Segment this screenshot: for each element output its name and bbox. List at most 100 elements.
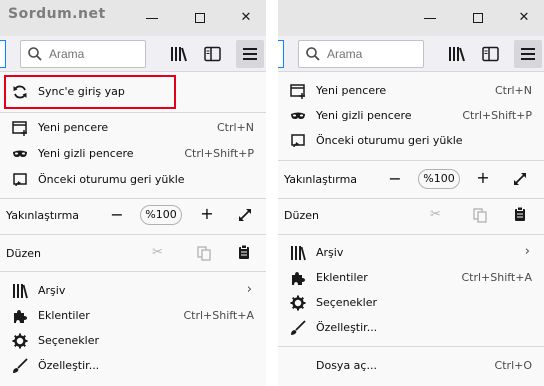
menu-item-customize[interactable]: Özelleştir... <box>0 354 266 378</box>
paintbrush-icon <box>13 358 28 373</box>
close-button[interactable]: ✕ <box>512 6 536 30</box>
shortcut: Ctrl+Shift+A <box>461 271 532 284</box>
url-bar-edge[interactable] <box>0 40 6 68</box>
menu-item-options[interactable]: Seçenekler <box>0 329 266 353</box>
chevron-right-icon: › <box>524 244 530 259</box>
zoom-reset-button[interactable]: %100 <box>418 169 460 189</box>
menu-item-label: Yeni gizli pencere <box>38 147 134 160</box>
menu-item-addons[interactable]: Eklentiler Ctrl+Shift+A <box>0 304 266 328</box>
menu-item-library[interactable]: Arşiv › <box>0 279 266 303</box>
minimize-icon <box>146 18 158 19</box>
library-icon[interactable] <box>170 46 188 62</box>
menu-item-label: Yeni pencere <box>38 121 109 134</box>
right-screenshot: ✕ Arama Yeni pencere Ctrl+N Yeni gizli p… <box>278 0 544 386</box>
search-input[interactable]: Arama <box>298 40 424 68</box>
minimize-button[interactable] <box>418 6 442 30</box>
shortcut: Ctrl+N <box>494 84 532 97</box>
copy-icon[interactable] <box>472 207 488 223</box>
menu-item-label: Seçenekler <box>316 296 378 309</box>
cut-icon[interactable]: ✂ <box>152 245 168 261</box>
menu-item-new-window[interactable]: Yeni pencere Ctrl+N <box>0 116 266 140</box>
menu-item-addons[interactable]: Eklentiler Ctrl+Shift+A <box>278 266 544 290</box>
shortcut: Ctrl+Shift+P <box>184 147 254 160</box>
copy-icon[interactable] <box>196 245 212 261</box>
library-icon[interactable] <box>448 46 466 62</box>
toolbar: Arama <box>0 36 266 72</box>
private-mask-icon <box>291 112 305 119</box>
menu-button[interactable] <box>514 40 542 68</box>
hamburger-icon-line <box>521 53 535 55</box>
zoom-out-button[interactable]: − <box>386 169 404 188</box>
paintbrush-icon <box>291 320 306 335</box>
maximize-icon <box>195 13 205 23</box>
maximize-icon <box>473 13 483 23</box>
title-bar: Sordum.net ✕ <box>0 0 266 36</box>
separator <box>0 198 266 199</box>
watermark: Sordum.net <box>8 6 106 22</box>
url-bar-edge[interactable] <box>278 40 284 68</box>
sync-icon <box>13 85 27 99</box>
app-menu: Sync'e giriş yap Yeni pencere Ctrl+N Yen… <box>0 72 266 386</box>
menu-item-label: Seçenekler <box>38 334 100 347</box>
zoom-label: Yakınlaştırma <box>284 173 358 186</box>
maximize-button[interactable] <box>466 6 490 30</box>
menu-item-label: Eklentiler <box>38 309 90 322</box>
menu-item-label: Yeni gizli pencere <box>316 109 412 122</box>
separator <box>278 346 544 347</box>
library-icon <box>13 284 28 299</box>
minimize-button[interactable] <box>140 6 164 30</box>
hamburger-icon-line <box>521 58 535 60</box>
paste-icon[interactable] <box>512 206 528 222</box>
menu-item-private-window[interactable]: Yeni gizli pencere Ctrl+Shift+P <box>0 142 266 166</box>
library-icon <box>291 246 306 261</box>
left-screenshot: Sordum.net ✕ Arama Sync'e giriş yap Yeni… <box>0 0 266 386</box>
sidebar-icon[interactable] <box>204 46 222 62</box>
title-bar: ✕ <box>278 0 544 36</box>
cut-icon[interactable]: ✂ <box>430 207 446 223</box>
separator <box>0 271 266 272</box>
zoom-reset-button[interactable]: %100 <box>140 205 182 225</box>
private-mask-icon <box>13 150 27 157</box>
close-button[interactable]: ✕ <box>234 6 258 30</box>
menu-item-label: Özelleştir... <box>38 359 100 372</box>
gear-icon <box>290 295 306 311</box>
shortcut: Ctrl+Shift+P <box>462 109 532 122</box>
shortcut: Ctrl+Shift+A <box>183 309 254 322</box>
edit-label: Düzen <box>284 209 319 222</box>
menu-item-open-file[interactable]: Dosya aç... Ctrl+O <box>278 354 544 378</box>
search-placeholder: Arama <box>49 47 85 61</box>
separator <box>0 234 266 235</box>
paste-icon[interactable] <box>236 244 252 260</box>
puzzle-icon <box>292 272 305 285</box>
fullscreen-icon[interactable] <box>512 171 528 187</box>
menu-item-library[interactable]: Arşiv › <box>278 241 544 265</box>
menu-item-options[interactable]: Seçenekler <box>278 291 544 315</box>
chevron-right-icon: › <box>246 282 252 297</box>
separator <box>278 198 544 199</box>
menu-item-label: Sync'e giriş yap <box>38 85 125 98</box>
menu-item-new-window[interactable]: Yeni pencere Ctrl+N <box>278 79 544 103</box>
search-icon <box>28 47 42 61</box>
toolbar: Arama <box>278 36 544 72</box>
menu-item-restore-session[interactable]: Önceki oturumu geri yükle <box>278 129 544 153</box>
zoom-out-button[interactable]: − <box>108 205 126 224</box>
menu-item-sync[interactable]: Sync'e giriş yap <box>0 80 266 104</box>
zoom-in-button[interactable]: + <box>474 168 492 187</box>
sidebar-icon[interactable] <box>482 46 500 62</box>
new-window-icon <box>12 121 27 136</box>
maximize-button[interactable] <box>188 6 212 30</box>
menu-item-restore-session[interactable]: Önceki oturumu geri yükle <box>0 168 266 192</box>
menu-item-private-window[interactable]: Yeni gizli pencere Ctrl+Shift+P <box>278 104 544 128</box>
menu-item-customize[interactable]: Özelleştir... <box>278 316 544 340</box>
menu-item-label: Eklentiler <box>316 271 368 284</box>
search-placeholder: Arama <box>327 47 363 61</box>
menu-item-label: Önceki oturumu geri yükle <box>38 173 185 186</box>
menu-item-label: Özelleştir... <box>316 321 378 334</box>
fullscreen-icon[interactable] <box>237 207 253 223</box>
menu-button[interactable] <box>236 40 264 68</box>
zoom-in-button[interactable]: + <box>198 204 216 223</box>
search-input[interactable]: Arama <box>20 40 146 68</box>
close-icon: ✕ <box>240 10 252 25</box>
menu-item-label: Arşiv <box>316 246 344 259</box>
new-window-icon <box>290 84 305 99</box>
